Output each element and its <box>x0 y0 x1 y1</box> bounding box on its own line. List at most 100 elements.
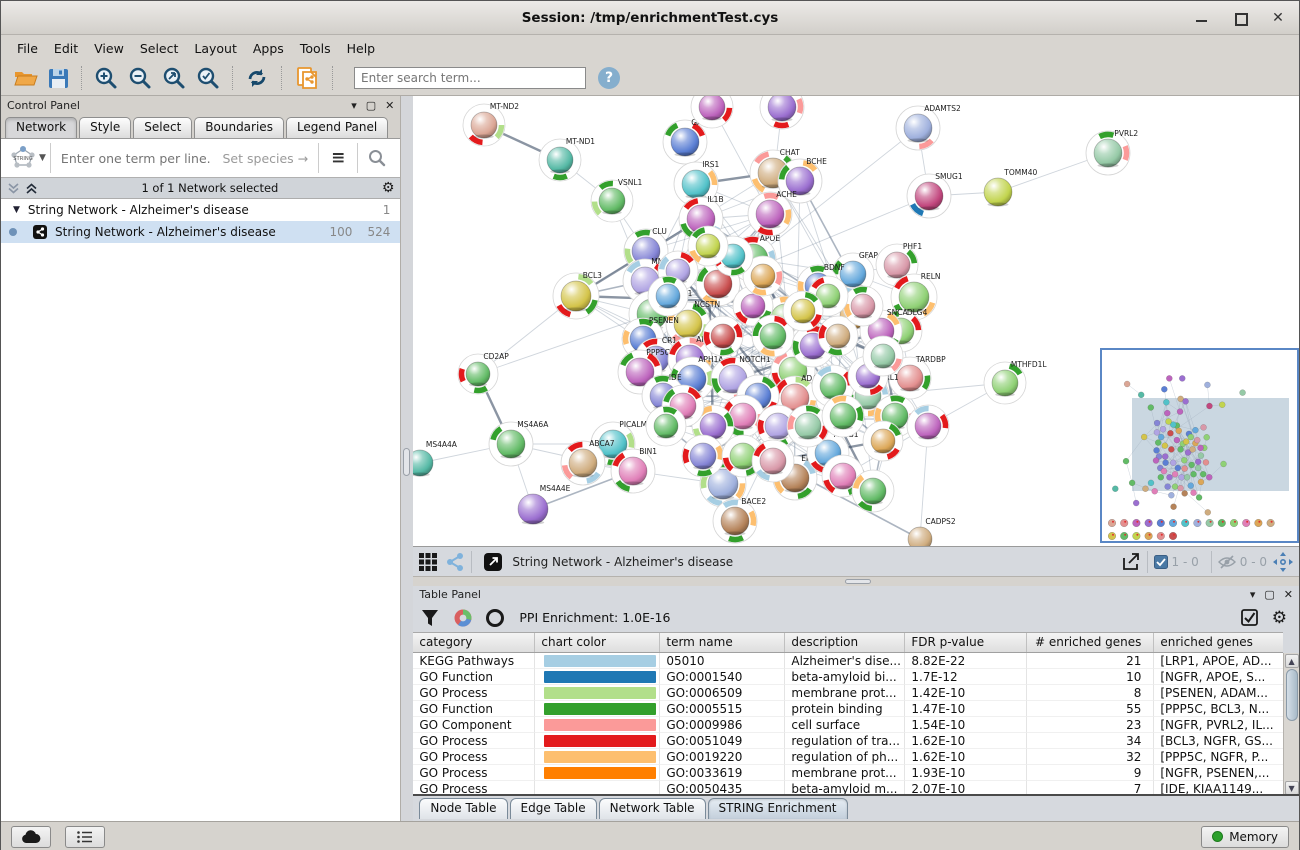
protein-node-bcl3[interactable]: BCL3 <box>553 271 602 319</box>
menu-file[interactable]: File <box>9 38 46 59</box>
network-canvas[interactable]: MT-ND2MT-ND1VSNL1GAB2ADAMTS2SMUG1TOMM40P… <box>413 96 1299 546</box>
zoom-fit-icon[interactable] <box>162 66 186 90</box>
protein-node[interactable] <box>843 286 883 326</box>
tab-boundaries[interactable]: Boundaries <box>194 117 284 138</box>
menu-tools[interactable]: Tools <box>292 38 339 59</box>
set-species-label[interactable]: Set species → <box>223 151 309 166</box>
protein-node[interactable] <box>822 395 864 437</box>
panel-menu-icon[interactable]: ▾ <box>1250 588 1256 601</box>
network-row-selected[interactable]: String Network - Alzheimer's disease 100… <box>1 221 400 243</box>
zoom-out-icon[interactable] <box>128 66 152 90</box>
close-panel-icon[interactable]: ✕ <box>385 99 394 112</box>
float-panel-icon[interactable]: ▢ <box>366 99 376 112</box>
tab-network-table[interactable]: Network Table <box>599 798 706 819</box>
panel-divider[interactable] <box>401 96 413 821</box>
maximize-button[interactable] <box>1233 11 1247 25</box>
grid-view-icon[interactable] <box>419 553 437 571</box>
protein-node[interactable] <box>863 421 903 461</box>
string-query-input[interactable] <box>51 151 223 166</box>
protein-node[interactable] <box>783 291 823 331</box>
column-header-term-name[interactable]: term name <box>660 633 785 652</box>
zoom-in-icon[interactable] <box>94 66 118 90</box>
enrichment-row[interactable]: GO ComponentGO:0009986cell surface1.54E-… <box>413 717 1283 733</box>
pan-crosshair-icon[interactable] <box>1273 552 1293 572</box>
protein-node[interactable] <box>760 96 804 129</box>
column-header-description[interactable]: description <box>785 633 905 652</box>
protein-node[interactable] <box>646 406 686 446</box>
scroll-down-icon[interactable]: ▼ <box>1285 781 1299 795</box>
protein-node-cd2ap[interactable]: CD2AP <box>458 352 509 394</box>
hidden-eye-icon[interactable] <box>1218 555 1236 569</box>
protein-node-ms4a6a[interactable]: MS4A6A <box>489 420 549 466</box>
protein-node[interactable] <box>863 336 903 376</box>
help-icon[interactable]: ? <box>598 67 620 89</box>
protein-node[interactable] <box>907 405 949 447</box>
column-header-enriched-genes[interactable]: enriched genes <box>1154 633 1283 652</box>
protein-node[interactable] <box>682 435 724 477</box>
ring-chart-icon[interactable] <box>485 608 505 628</box>
string-options-icon[interactable]: ≡ <box>318 143 357 173</box>
export-network-icon[interactable] <box>294 65 320 91</box>
task-history-button[interactable] <box>65 826 105 848</box>
select-terms-checkbox-icon[interactable] <box>1241 609 1258 626</box>
close-panel-icon[interactable]: ✕ <box>1284 588 1293 601</box>
menu-select[interactable]: Select <box>132 38 187 59</box>
enrichment-row[interactable]: GO ProcessGO:0050435beta-amyloid m...2.0… <box>413 781 1283 796</box>
menu-layout[interactable]: Layout <box>186 38 245 59</box>
protein-node[interactable] <box>752 440 794 482</box>
menu-help[interactable]: Help <box>339 38 384 59</box>
open-session-button[interactable] <box>14 68 38 88</box>
enrichment-row[interactable]: GO ProcessGO:0033619membrane prot...1.93… <box>413 765 1283 781</box>
protein-node[interactable] <box>703 316 743 356</box>
enrichment-row[interactable]: GO ProcessGO:0006509membrane prot...1.42… <box>413 685 1283 701</box>
collapse-all-icon[interactable] <box>7 182 20 195</box>
filter-icon[interactable] <box>421 609 439 627</box>
column-header-fdr-p-value[interactable]: FDR p-value <box>905 633 1027 652</box>
float-panel-icon[interactable]: ▢ <box>1264 588 1274 601</box>
panel-menu-icon[interactable]: ▾ <box>351 99 357 112</box>
protein-node-tomm40[interactable]: TOMM40 <box>984 168 1037 207</box>
open-in-string-icon[interactable] <box>484 553 502 571</box>
menu-view[interactable]: View <box>86 38 132 59</box>
enrichment-row[interactable]: GO FunctionGO:0001540beta-amyloid bi...1… <box>413 669 1283 685</box>
tab-style[interactable]: Style <box>79 117 131 138</box>
protein-node[interactable] <box>852 470 894 512</box>
close-button[interactable]: ✕ <box>1271 11 1285 25</box>
protein-node-mthfd1l[interactable]: MTHFD1L <box>984 360 1047 404</box>
protein-node-ache[interactable]: ACHE <box>748 190 797 236</box>
table-panel-divider[interactable] <box>413 576 1299 586</box>
cloud-tasks-button[interactable] <box>11 826 51 848</box>
protein-node-smug1[interactable]: SMUG1 <box>907 172 963 218</box>
tree-expand-icon[interactable]: ▼ <box>13 205 20 215</box>
save-session-button[interactable] <box>48 68 69 89</box>
protein-node-cadps2[interactable]: CADPS2 <box>908 517 956 546</box>
export-view-icon[interactable] <box>1121 552 1141 572</box>
column-header--enriched-genes[interactable]: # enriched genes <box>1027 633 1154 652</box>
network-collection-row[interactable]: ▼ String Network - Alzheimer's disease 1 <box>1 199 400 221</box>
share-network-icon[interactable] <box>445 552 465 572</box>
zoom-selected-icon[interactable] <box>196 66 220 90</box>
tab-string-enrichment[interactable]: STRING Enrichment <box>708 798 848 819</box>
protein-node-vsnl1[interactable]: VSNL1 <box>591 178 643 222</box>
tab-node-table[interactable]: Node Table <box>419 798 507 819</box>
protein-node-adamts2[interactable]: ADAMTS2 <box>896 104 961 150</box>
pie-chart-icon[interactable] <box>453 608 473 628</box>
divider-grip[interactable] <box>845 579 871 584</box>
enrichment-row[interactable]: KEGG Pathways05010Alzheimer's dise...8.8… <box>413 653 1283 669</box>
protein-node-ms4a4e[interactable]: MS4A4E <box>518 484 571 525</box>
memory-button[interactable]: Memory <box>1201 826 1289 848</box>
column-header-chart-color[interactable]: chart color <box>535 633 660 652</box>
protein-node-bace2[interactable]: BACE2 <box>713 497 766 543</box>
protein-node-ms4a4a[interactable]: MS4A4A <box>413 440 458 477</box>
menu-apps[interactable]: Apps <box>245 38 292 59</box>
network-options-gear-icon[interactable]: ⚙ <box>382 180 395 196</box>
string-search-icon[interactable] <box>357 143 396 173</box>
refresh-icon[interactable] <box>245 66 269 90</box>
protein-node[interactable] <box>648 276 688 316</box>
table-settings-gear-icon[interactable]: ⚙ <box>1272 608 1287 628</box>
tab-edge-table[interactable]: Edge Table <box>510 798 597 819</box>
enrichment-row[interactable]: GO ProcessGO:0019220regulation of ph...1… <box>413 749 1283 765</box>
scrollbar-thumb[interactable] <box>1286 669 1298 721</box>
protein-node-pvrl2[interactable]: PVRL2 <box>1086 129 1138 175</box>
minimize-button[interactable] <box>1195 11 1209 25</box>
